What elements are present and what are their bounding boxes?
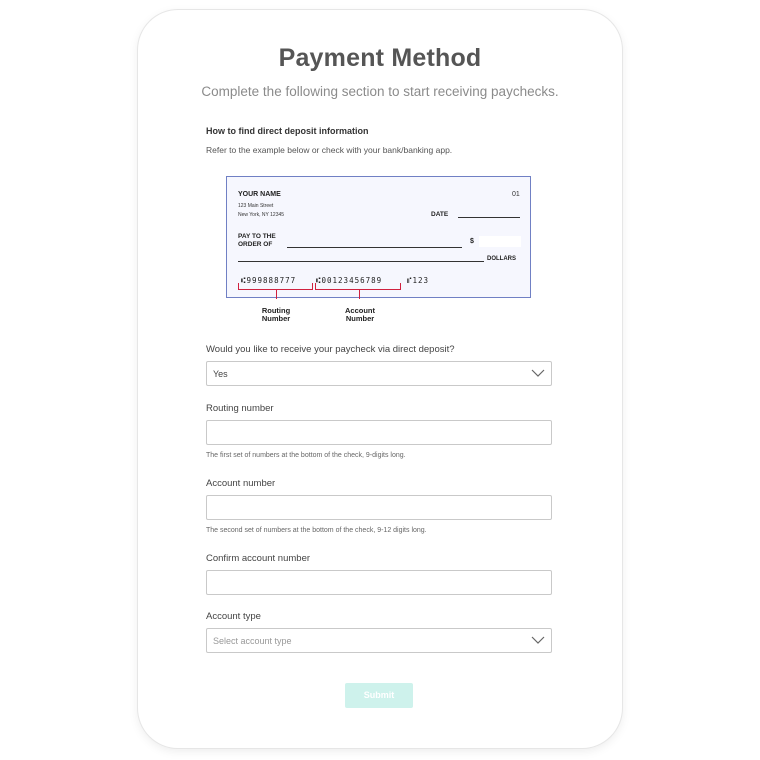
check-number-micr: ⑈123 — [407, 276, 430, 285]
check-address-1: 123 Main Street — [238, 203, 274, 209]
check-pay-to-1: PAY TO THE — [238, 233, 276, 240]
routing-caption: Routing Number — [261, 306, 291, 323]
page-subtitle: Complete the following section to start … — [201, 84, 559, 99]
account-input[interactable] — [207, 496, 551, 519]
check-dollars-label: DOLLARS — [487, 256, 516, 262]
check-address-2: New York, NY 12345 — [238, 212, 285, 218]
check-dollar-sign: $ — [470, 238, 474, 245]
check-name: YOUR NAME — [238, 191, 281, 198]
account-label: Account number — [206, 478, 276, 489]
check-date-line — [458, 217, 520, 218]
routing-input[interactable] — [207, 421, 551, 444]
routing-field — [206, 420, 552, 445]
page-title: Payment Method — [278, 44, 482, 72]
account-type-select[interactable]: Select account type — [206, 628, 552, 653]
routing-bracket-tick — [276, 289, 277, 299]
chevron-down-icon — [531, 369, 545, 377]
account-field — [206, 495, 552, 520]
confirm-account-input[interactable] — [207, 571, 551, 594]
submit-button[interactable]: Submit — [345, 683, 413, 708]
account-type-label: Account type — [206, 611, 261, 622]
check-date-label: DATE — [431, 211, 449, 218]
account-bracket-tick — [359, 289, 360, 299]
routing-help: The first set of numbers at the bottom o… — [206, 452, 406, 459]
deposit-select-value: Yes — [213, 369, 228, 379]
confirm-account-field — [206, 570, 552, 595]
account-caption: Account Number — [345, 306, 375, 323]
routing-label: Routing number — [206, 403, 274, 414]
check-amount-box — [479, 236, 521, 247]
chevron-down-icon — [531, 636, 545, 644]
example-check: YOUR NAME 123 Main Street New York, NY 1… — [226, 176, 531, 298]
info-text: Refer to the example below or check with… — [206, 145, 453, 155]
check-payee-line — [287, 247, 462, 248]
check-amount-line — [238, 261, 484, 262]
account-type-placeholder: Select account type — [213, 636, 292, 646]
account-help: The second set of numbers at the bottom … — [206, 527, 427, 534]
deposit-question-label: Would you like to receive your paycheck … — [206, 344, 455, 355]
info-heading: How to find direct deposit information — [206, 126, 369, 136]
account-bracket — [315, 283, 401, 290]
check-pay-to-2: ORDER OF — [238, 241, 273, 248]
confirm-account-label: Confirm account number — [206, 553, 311, 564]
check-number: 01 — [512, 191, 520, 198]
deposit-select[interactable]: Yes — [206, 361, 552, 386]
